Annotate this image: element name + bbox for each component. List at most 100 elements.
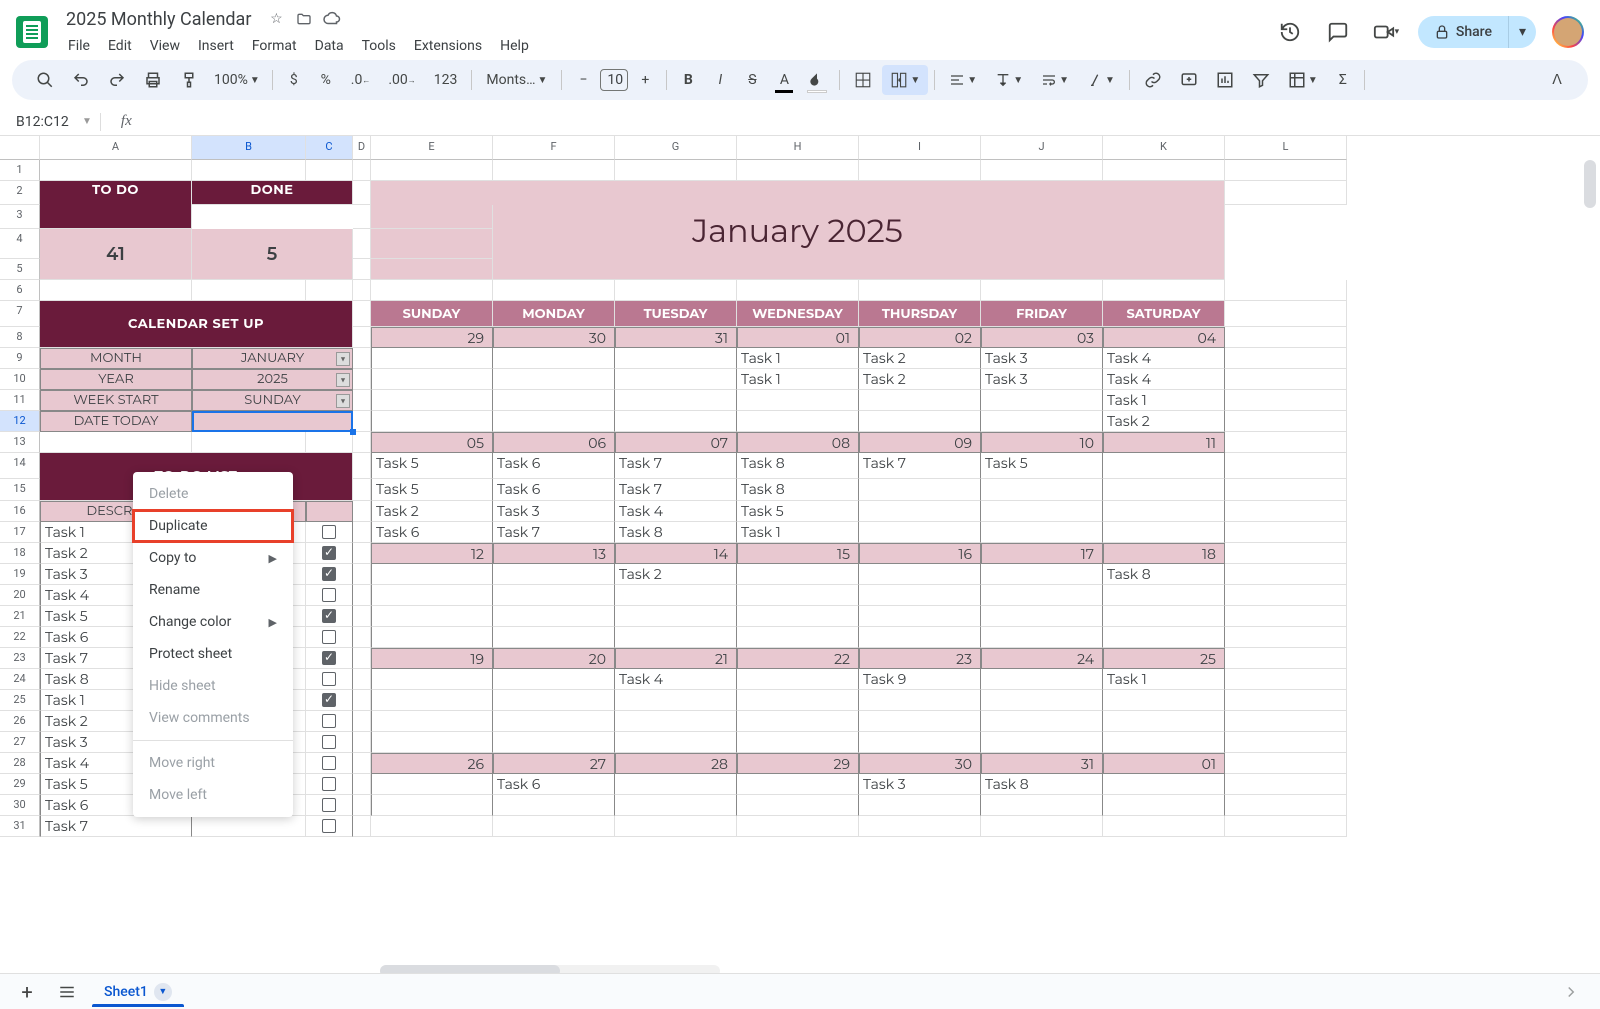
col-header-E[interactable]: E (371, 136, 493, 160)
cell[interactable]: Task 4 (1103, 369, 1225, 390)
cell[interactable] (615, 585, 737, 606)
checkbox[interactable] (322, 756, 336, 770)
cell[interactable] (192, 160, 306, 181)
cell[interactable] (353, 648, 371, 669)
cell[interactable]: Task 2 (1103, 411, 1225, 432)
row-header-17[interactable]: 17 (0, 522, 40, 543)
cell[interactable] (371, 229, 493, 259)
col-header-I[interactable]: I (859, 136, 981, 160)
cell[interactable]: 15 (737, 543, 859, 564)
cell[interactable] (615, 690, 737, 711)
row-header-5[interactable]: 5 (0, 259, 40, 280)
col-header-D[interactable]: D (353, 136, 371, 160)
cell[interactable] (737, 816, 859, 837)
cell[interactable] (981, 669, 1103, 690)
cell[interactable] (1103, 774, 1225, 795)
cell[interactable]: Task 1 (737, 522, 859, 543)
cell[interactable] (737, 627, 859, 648)
cell[interactable] (981, 795, 1103, 816)
cell[interactable] (493, 606, 615, 627)
cell[interactable] (615, 369, 737, 390)
cell[interactable] (859, 627, 981, 648)
cell[interactable] (1225, 648, 1347, 669)
italic-icon[interactable]: I (705, 65, 735, 95)
font-size-input[interactable]: 10 (600, 69, 628, 91)
cell[interactable] (1225, 369, 1347, 390)
cell[interactable] (371, 369, 493, 390)
cell[interactable]: 29 (737, 753, 859, 774)
cell[interactable] (981, 690, 1103, 711)
row-header-1[interactable]: 1 (0, 160, 40, 181)
cell[interactable]: Task 5 (371, 479, 493, 501)
font-size-increase[interactable]: + (630, 65, 660, 95)
cell[interactable] (981, 411, 1103, 432)
cell[interactable]: 22 (737, 648, 859, 669)
cell[interactable] (615, 732, 737, 753)
cell[interactable]: SATURDAY (1103, 301, 1225, 327)
cell[interactable] (306, 280, 353, 301)
cell[interactable]: 13 (493, 543, 615, 564)
cell[interactable]: 26 (371, 753, 493, 774)
cell[interactable]: 05 (371, 432, 493, 453)
checkbox[interactable] (322, 672, 336, 686)
cell[interactable] (306, 160, 353, 181)
cell[interactable] (371, 606, 493, 627)
cell[interactable]: FRIDAY (981, 301, 1103, 327)
ctx-protect[interactable]: Protect sheet (133, 638, 293, 670)
doc-title[interactable]: 2025 Monthly Calendar (60, 7, 257, 32)
collapse-toolbar-icon[interactable]: ᐱ (1542, 65, 1572, 95)
cell[interactable]: 24 (981, 648, 1103, 669)
cell[interactable] (493, 816, 615, 837)
cell[interactable] (371, 774, 493, 795)
cell[interactable]: Task 6 (493, 774, 615, 795)
percent-icon[interactable]: % (311, 65, 341, 95)
cell[interactable]: 19 (371, 648, 493, 669)
checkbox[interactable] (322, 588, 336, 602)
cell[interactable] (737, 795, 859, 816)
cell[interactable] (353, 522, 371, 543)
cell[interactable] (737, 585, 859, 606)
cell[interactable] (371, 259, 493, 280)
cell[interactable]: Task 7 (615, 453, 737, 479)
cell[interactable] (1103, 795, 1225, 816)
cell[interactable] (371, 627, 493, 648)
cell[interactable] (353, 348, 371, 369)
col-header-B[interactable]: B (192, 136, 306, 160)
cell[interactable] (1225, 280, 1347, 301)
cell[interactable] (493, 711, 615, 732)
row-header-8[interactable]: 8 (0, 327, 40, 348)
row-header-12[interactable]: 12 (0, 411, 40, 432)
cell[interactable] (615, 390, 737, 411)
cell[interactable] (306, 606, 353, 627)
checkbox[interactable] (322, 567, 336, 581)
cell[interactable] (493, 564, 615, 585)
cell[interactable]: 07 (615, 432, 737, 453)
col-header-H[interactable]: H (737, 136, 859, 160)
cell[interactable] (615, 160, 737, 181)
row-header-6[interactable]: 6 (0, 280, 40, 301)
ctx-hide[interactable]: Hide sheet (133, 670, 293, 702)
cell[interactable]: 03 (981, 327, 1103, 348)
cell[interactable] (353, 732, 371, 753)
cell[interactable]: 41 (40, 229, 192, 280)
col-header-F[interactable]: F (493, 136, 615, 160)
cell[interactable] (981, 732, 1103, 753)
print-icon[interactable] (136, 65, 170, 95)
cell[interactable] (371, 411, 493, 432)
borders-icon[interactable] (846, 65, 880, 95)
cell[interactable]: 29 (371, 327, 493, 348)
cell[interactable] (981, 816, 1103, 837)
cell[interactable] (371, 690, 493, 711)
cell[interactable] (981, 711, 1103, 732)
row-header-7[interactable]: 7 (0, 301, 40, 327)
cell[interactable] (353, 205, 371, 229)
cell[interactable] (353, 479, 371, 501)
wrap-icon[interactable]: ▼ (1033, 65, 1077, 95)
cell[interactable] (371, 816, 493, 837)
format-123-icon[interactable]: 123 (426, 65, 466, 95)
cell[interactable] (1225, 753, 1347, 774)
meet-icon[interactable]: ▾ (1370, 16, 1402, 48)
fill-color-icon[interactable] (801, 65, 833, 95)
merge-icon[interactable]: ▼ (882, 65, 928, 95)
cell[interactable] (353, 390, 371, 411)
